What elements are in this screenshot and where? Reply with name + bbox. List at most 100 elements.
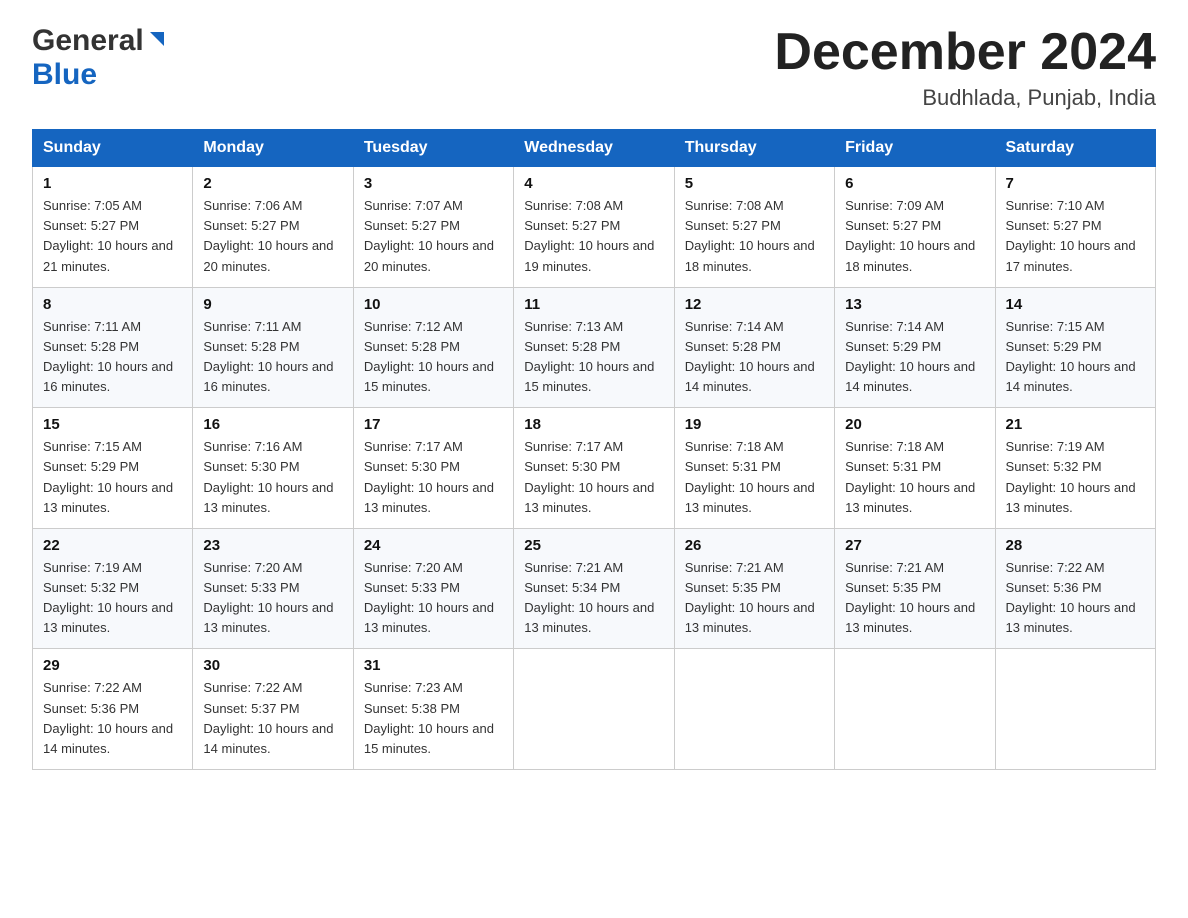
day-info: Sunrise: 7:07 AMSunset: 5:27 PMDaylight:…: [364, 196, 503, 277]
day-info: Sunrise: 7:11 AMSunset: 5:28 PMDaylight:…: [203, 317, 342, 398]
calendar-week-row: 22Sunrise: 7:19 AMSunset: 5:32 PMDayligh…: [33, 528, 1156, 649]
calendar-cell: 10Sunrise: 7:12 AMSunset: 5:28 PMDayligh…: [353, 287, 513, 408]
day-info: Sunrise: 7:17 AMSunset: 5:30 PMDaylight:…: [524, 437, 663, 518]
day-number: 26: [685, 537, 824, 554]
day-info: Sunrise: 7:08 AMSunset: 5:27 PMDaylight:…: [524, 196, 663, 277]
calendar-week-row: 1 Sunrise: 7:05 AMSunset: 5:27 PMDaylight…: [33, 167, 1156, 288]
calendar-cell: [674, 649, 834, 770]
calendar-cell: 31 Sunrise: 7:23 AMSunset: 5:38 PMDayligh…: [353, 649, 513, 770]
calendar-cell: 25Sunrise: 7:21 AMSunset: 5:34 PMDayligh…: [514, 528, 674, 649]
day-number: 7: [1006, 175, 1145, 192]
day-number: 30: [203, 657, 342, 674]
calendar-cell: 6Sunrise: 7:09 AMSunset: 5:27 PMDaylight…: [835, 167, 995, 288]
day-number: 4: [524, 175, 663, 192]
calendar-cell: 4 Sunrise: 7:08 AMSunset: 5:27 PMDaylight…: [514, 167, 674, 288]
calendar-cell: 21 Sunrise: 7:19 AMSunset: 5:32 PMDayligh…: [995, 408, 1155, 529]
day-number: 16: [203, 416, 342, 433]
day-number: 21: [1006, 416, 1145, 433]
day-info: Sunrise: 7:22 AMSunset: 5:36 PMDaylight:…: [1006, 558, 1145, 639]
day-info: Sunrise: 7:08 AMSunset: 5:27 PMDaylight:…: [685, 196, 824, 277]
weekday-header-thursday: Thursday: [674, 130, 834, 167]
day-number: 9: [203, 296, 342, 313]
day-info: Sunrise: 7:22 AMSunset: 5:36 PMDaylight:…: [43, 678, 182, 759]
calendar-week-row: 8 Sunrise: 7:11 AMSunset: 5:28 PMDaylight…: [33, 287, 1156, 408]
weekday-header-wednesday: Wednesday: [514, 130, 674, 167]
day-number: 19: [685, 416, 824, 433]
day-number: 5: [685, 175, 824, 192]
calendar-cell: 29 Sunrise: 7:22 AMSunset: 5:36 PMDayligh…: [33, 649, 193, 770]
day-number: 8: [43, 296, 182, 313]
day-number: 18: [524, 416, 663, 433]
calendar-cell: 11 Sunrise: 7:13 AMSunset: 5:28 PMDayligh…: [514, 287, 674, 408]
logo-general-text: General: [32, 24, 144, 58]
day-info: Sunrise: 7:22 AMSunset: 5:37 PMDaylight:…: [203, 678, 342, 759]
day-number: 24: [364, 537, 503, 554]
day-info: Sunrise: 7:20 AMSunset: 5:33 PMDaylight:…: [364, 558, 503, 639]
calendar-cell: 27 Sunrise: 7:21 AMSunset: 5:35 PMDayligh…: [835, 528, 995, 649]
day-info: Sunrise: 7:14 AMSunset: 5:28 PMDaylight:…: [685, 317, 824, 398]
day-info: Sunrise: 7:12 AMSunset: 5:28 PMDaylight:…: [364, 317, 503, 398]
day-info: Sunrise: 7:14 AMSunset: 5:29 PMDaylight:…: [845, 317, 984, 398]
day-info: Sunrise: 7:19 AMSunset: 5:32 PMDaylight:…: [1006, 437, 1145, 518]
day-info: Sunrise: 7:15 AMSunset: 5:29 PMDaylight:…: [43, 437, 182, 518]
weekday-header-monday: Monday: [193, 130, 353, 167]
day-number: 28: [1006, 537, 1145, 554]
weekday-header-friday: Friday: [835, 130, 995, 167]
day-number: 2: [203, 175, 342, 192]
calendar-cell: 28 Sunrise: 7:22 AMSunset: 5:36 PMDayligh…: [995, 528, 1155, 649]
day-number: 31: [364, 657, 503, 674]
day-number: 13: [845, 296, 984, 313]
day-number: 27: [845, 537, 984, 554]
day-number: 25: [524, 537, 663, 554]
day-number: 11: [524, 296, 663, 313]
calendar-cell: 9 Sunrise: 7:11 AMSunset: 5:28 PMDaylight…: [193, 287, 353, 408]
day-info: Sunrise: 7:06 AMSunset: 5:27 PMDaylight:…: [203, 196, 342, 277]
logo-blue-text: Blue: [32, 58, 97, 91]
day-info: Sunrise: 7:18 AMSunset: 5:31 PMDaylight:…: [845, 437, 984, 518]
location-subtitle: Budhlada, Punjab, India: [774, 85, 1156, 111]
calendar-cell: 26 Sunrise: 7:21 AMSunset: 5:35 PMDayligh…: [674, 528, 834, 649]
day-number: 29: [43, 657, 182, 674]
calendar-cell: 3 Sunrise: 7:07 AMSunset: 5:27 PMDaylight…: [353, 167, 513, 288]
day-info: Sunrise: 7:21 AMSunset: 5:35 PMDaylight:…: [845, 558, 984, 639]
month-title: December 2024: [774, 24, 1156, 81]
calendar-cell: 24 Sunrise: 7:20 AMSunset: 5:33 PMDayligh…: [353, 528, 513, 649]
calendar-cell: 13 Sunrise: 7:14 AMSunset: 5:29 PMDayligh…: [835, 287, 995, 408]
day-info: Sunrise: 7:13 AMSunset: 5:28 PMDaylight:…: [524, 317, 663, 398]
title-block: December 2024 Budhlada, Punjab, India: [774, 24, 1156, 111]
day-number: 20: [845, 416, 984, 433]
day-number: 15: [43, 416, 182, 433]
day-info: Sunrise: 7:09 AMSunset: 5:27 PMDaylight:…: [845, 196, 984, 277]
day-info: Sunrise: 7:05 AMSunset: 5:27 PMDaylight:…: [43, 196, 182, 277]
calendar-cell: 12 Sunrise: 7:14 AMSunset: 5:28 PMDayligh…: [674, 287, 834, 408]
day-info: Sunrise: 7:15 AMSunset: 5:29 PMDaylight:…: [1006, 317, 1145, 398]
calendar-week-row: 29 Sunrise: 7:22 AMSunset: 5:36 PMDayligh…: [33, 649, 1156, 770]
weekday-header-sunday: Sunday: [33, 130, 193, 167]
day-info: Sunrise: 7:18 AMSunset: 5:31 PMDaylight:…: [685, 437, 824, 518]
calendar-week-row: 15 Sunrise: 7:15 AMSunset: 5:29 PMDayligh…: [33, 408, 1156, 529]
calendar-cell: 5 Sunrise: 7:08 AMSunset: 5:27 PMDaylight…: [674, 167, 834, 288]
calendar-cell: 18 Sunrise: 7:17 AMSunset: 5:30 PMDayligh…: [514, 408, 674, 529]
calendar-cell: 22Sunrise: 7:19 AMSunset: 5:32 PMDayligh…: [33, 528, 193, 649]
calendar-cell: [835, 649, 995, 770]
day-number: 1: [43, 175, 182, 192]
calendar-cell: 20 Sunrise: 7:18 AMSunset: 5:31 PMDayligh…: [835, 408, 995, 529]
day-info: Sunrise: 7:21 AMSunset: 5:35 PMDaylight:…: [685, 558, 824, 639]
logo: General Blue: [32, 24, 168, 92]
day-number: 12: [685, 296, 824, 313]
day-info: Sunrise: 7:23 AMSunset: 5:38 PMDaylight:…: [364, 678, 503, 759]
day-info: Sunrise: 7:19 AMSunset: 5:32 PMDaylight:…: [43, 558, 182, 639]
calendar-cell: [514, 649, 674, 770]
calendar-cell: 7Sunrise: 7:10 AMSunset: 5:27 PMDaylight…: [995, 167, 1155, 288]
calendar-cell: 1 Sunrise: 7:05 AMSunset: 5:27 PMDaylight…: [33, 167, 193, 288]
calendar-cell: 23Sunrise: 7:20 AMSunset: 5:33 PMDayligh…: [193, 528, 353, 649]
day-number: 17: [364, 416, 503, 433]
page-header: General Blue December 2024 Budhlada, Pun…: [32, 24, 1156, 111]
calendar-cell: 14 Sunrise: 7:15 AMSunset: 5:29 PMDayligh…: [995, 287, 1155, 408]
day-number: 14: [1006, 296, 1145, 313]
weekday-header-saturday: Saturday: [995, 130, 1155, 167]
day-number: 3: [364, 175, 503, 192]
weekday-header-tuesday: Tuesday: [353, 130, 513, 167]
day-info: Sunrise: 7:16 AMSunset: 5:30 PMDaylight:…: [203, 437, 342, 518]
calendar-table: SundayMondayTuesdayWednesdayThursdayFrid…: [32, 129, 1156, 770]
